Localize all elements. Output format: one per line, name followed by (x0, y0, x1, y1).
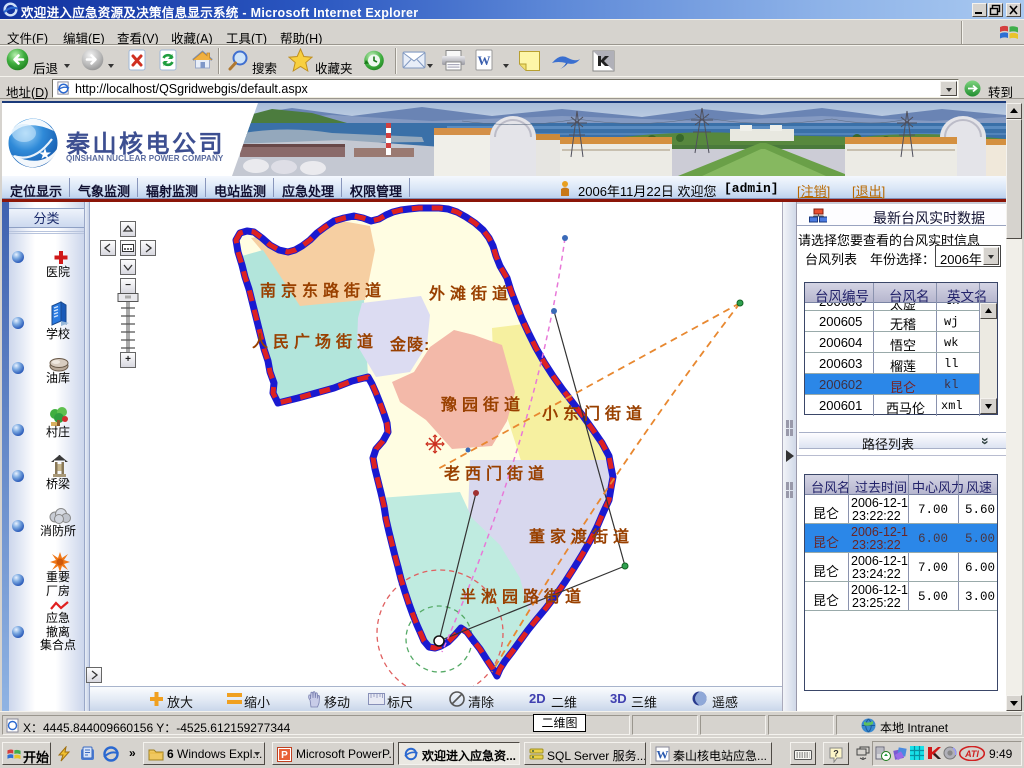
svg-text:小东门街道: 小东门街道 (542, 404, 647, 423)
svg-text:ATI: ATI (964, 749, 979, 759)
svg-text:董家渡街道: 董家渡街道 (529, 527, 634, 546)
svg-text:W: W (657, 748, 669, 762)
svg-text:?: ? (833, 749, 839, 759)
svg-text:半淞园路街道: 半淞园路街道 (460, 587, 586, 606)
svg-text:外滩街道: 外滩街道 (428, 284, 513, 303)
svg-text:金陵:: 金陵: (389, 335, 430, 354)
svg-text:老西门街道: 老西门街道 (443, 464, 549, 483)
svg-text:人民广场街道: 人民广场街道 (252, 332, 378, 351)
svg-text:南京东路街道: 南京东路街道 (260, 281, 386, 300)
svg-text:P: P (281, 750, 288, 761)
svg-text:豫园街道: 豫园街道 (441, 395, 525, 414)
svg-text:W: W (478, 53, 491, 68)
